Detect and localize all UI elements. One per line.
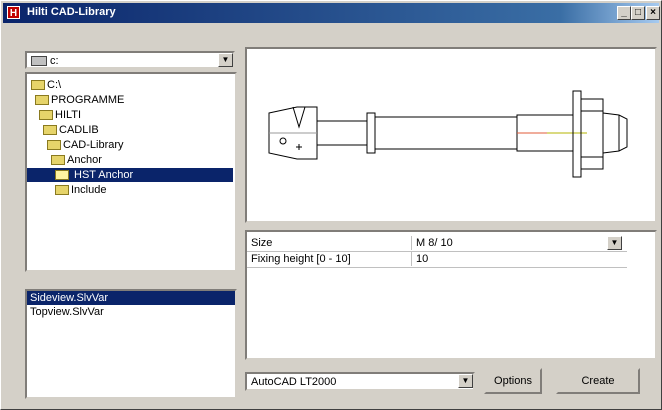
folder-tree[interactable]: C:\ PROGRAMME HILTI CADLIB CAD-Library A…: [25, 72, 237, 272]
view-list[interactable]: Sideview.SlvVar Topview.SlvVar: [25, 289, 237, 399]
property-row-fixing-height: Fixing height [0 - 10] 10: [247, 252, 627, 268]
fixing-height-input[interactable]: 10: [411, 252, 624, 266]
property-grid: Size M 8/ 10 ▼ Fixing height [0 - 10] 10: [245, 230, 657, 360]
open-folder-icon: [55, 170, 69, 181]
tree-item[interactable]: Include: [55, 183, 106, 197]
chevron-down-icon[interactable]: ▼: [607, 236, 622, 250]
list-item[interactable]: Topview.SlvVar: [27, 305, 235, 319]
folder-icon: [39, 110, 53, 121]
folder-icon: [31, 80, 45, 91]
folder-icon: [35, 95, 49, 106]
tree-item[interactable]: HILTI: [39, 108, 81, 122]
cad-system-select[interactable]: AutoCAD LT2000 ▼: [245, 372, 475, 391]
drive-select-value: c:: [31, 55, 59, 67]
title-bar[interactable]: H Hilti CAD-Library _ □ ×: [3, 3, 660, 23]
tree-item[interactable]: CAD-Library: [47, 138, 124, 152]
property-label: Size: [251, 237, 273, 249]
minimize-button[interactable]: _: [617, 6, 631, 20]
property-row-size: Size M 8/ 10 ▼: [247, 236, 627, 252]
tree-item[interactable]: C:\: [31, 78, 61, 92]
cad-system-value: AutoCAD LT2000: [251, 376, 337, 388]
chevron-down-icon[interactable]: ▼: [218, 53, 233, 67]
window-title: Hilti CAD-Library: [27, 6, 116, 18]
folder-icon: [55, 185, 69, 196]
chevron-down-icon[interactable]: ▼: [458, 374, 473, 388]
size-value: M 8/ 10: [416, 237, 453, 249]
anchor-drawing: [268, 90, 628, 178]
folder-icon: [43, 125, 57, 136]
folder-icon: [47, 140, 61, 151]
options-button[interactable]: Options: [484, 368, 542, 394]
drive-icon: [31, 56, 47, 67]
tree-item-selected[interactable]: HST Anchor: [27, 168, 233, 182]
folder-icon: [51, 155, 65, 166]
close-button[interactable]: ×: [646, 6, 660, 20]
anchor-preview: [245, 47, 657, 223]
property-label: Fixing height [0 - 10]: [251, 253, 351, 265]
tree-item[interactable]: PROGRAMME: [35, 93, 124, 107]
size-select[interactable]: M 8/ 10 ▼: [411, 236, 624, 250]
fixing-height-value: 10: [416, 253, 429, 265]
maximize-button[interactable]: □: [631, 6, 645, 20]
drive-label: c:: [50, 55, 59, 67]
hilti-logo-icon: H: [7, 6, 20, 19]
drive-select[interactable]: c: ▼: [25, 51, 235, 69]
tree-item[interactable]: CADLIB: [43, 123, 99, 137]
create-button[interactable]: Create: [556, 368, 640, 394]
tree-item[interactable]: Anchor: [51, 153, 102, 167]
list-item[interactable]: Sideview.SlvVar: [27, 291, 235, 305]
